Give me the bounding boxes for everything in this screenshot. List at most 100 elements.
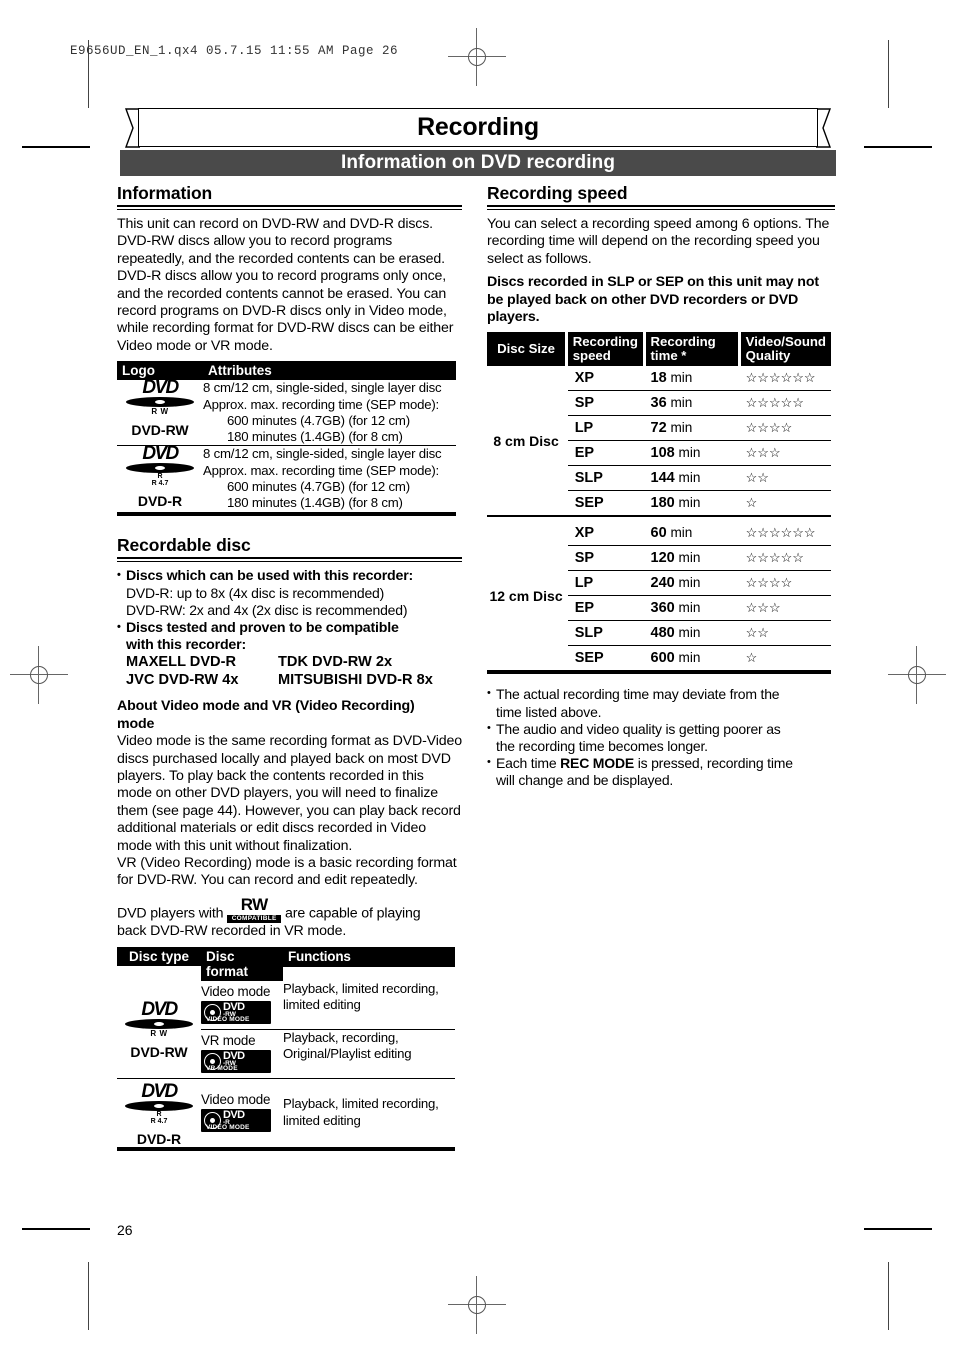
column-header-quality: Video/Sound Quality xyxy=(740,332,831,367)
quality-stars: ☆☆☆☆ xyxy=(740,415,831,440)
printed-page: E9656UD_EN_1.qx4 05.7.15 11:55 AM Page 2… xyxy=(0,0,954,1351)
crop-mark-top-left xyxy=(22,146,90,148)
recording-speed-table: Disc Size Recording speed Recording time *… xyxy=(487,332,831,677)
table-row: 12 cm Disc XP 60 min ☆☆☆☆☆☆ xyxy=(487,521,831,671)
recording-speed-value: EP xyxy=(567,440,643,465)
disc-size-label: 12 cm Disc xyxy=(489,587,563,604)
dvd-r-logo-sub2: R 4.7 xyxy=(151,480,169,488)
note-item: Each time REC MODE is pressed, recording… xyxy=(487,754,835,789)
dvd-r-logo-sub2: R 4.7 xyxy=(150,1117,168,1125)
speed-line-dvd-r: DVD-R: up to 8x (4x disc is recommended) xyxy=(126,584,385,601)
recording-time-value: 240 min xyxy=(645,570,738,595)
section-bar: Information on DVD recording xyxy=(120,150,836,176)
recording-time-value: 36 min xyxy=(645,390,738,415)
column-header-disc-size: Disc Size xyxy=(487,332,566,367)
about-heading-line1: About Video mode and VR (Video Recording… xyxy=(117,698,415,715)
registration-mark-right xyxy=(888,646,946,704)
crop-mark-bottom-right xyxy=(864,1228,932,1230)
quality-stars: ☆☆☆☆☆ xyxy=(740,390,831,415)
quality-stars: ☆ xyxy=(740,490,831,515)
rw-line-pre: DVD players with xyxy=(117,905,224,922)
brand-mitsubishi: MITSUBISHI DVD-R 8x xyxy=(278,671,433,688)
heading-rule xyxy=(487,205,835,210)
recording-time-value: 72 min xyxy=(645,415,738,440)
quality-stars: ☆☆ xyxy=(740,620,831,645)
dvd-r-logo-icon: DVD R R 4.7 xyxy=(124,444,196,488)
recording-time-value: 60 min xyxy=(650,525,693,542)
information-paragraph: This unit can record on DVD-RW and DVD-R… xyxy=(117,216,454,354)
heading-rule xyxy=(117,556,462,562)
recording-time-value: 600 min xyxy=(645,645,738,670)
recording-speed-value: XP xyxy=(574,370,595,387)
page-number: 26 xyxy=(117,1222,133,1238)
table-bottom-rule xyxy=(117,511,456,519)
table-row: DVD R R 4.7 DVD-R Video mode DVD -R VIDE… xyxy=(117,1077,455,1147)
dvd-r-logo-sub: R xyxy=(156,1110,162,1118)
recording-speed-paragraph: You can select a recording speed among 6… xyxy=(487,216,830,267)
functions-cell: Playback, limited recording, limited edi… xyxy=(283,981,455,1029)
attr-line-1: 8 cm/12 cm, single-sided, single layer d… xyxy=(203,380,442,396)
dvd-rw-logo-name: DVD-RW xyxy=(130,1044,188,1061)
recording-time-value: 360 min xyxy=(645,595,738,620)
note-line-1: The audio and video quality is getting p… xyxy=(496,720,781,737)
functions-line-2: Original/Playlist editing xyxy=(283,1045,412,1061)
crop-rule-right-bottom xyxy=(888,1262,889,1330)
note-line-2: time listed above. xyxy=(496,703,602,720)
attributes-cell: 8 cm/12 cm, single-sided, single layer d… xyxy=(203,380,456,445)
crop-rule-left-bottom xyxy=(88,1262,89,1330)
dvd-r-logo-name: DVD-R xyxy=(136,1130,182,1147)
functions-line-1: Playback, limited recording, xyxy=(283,1096,439,1112)
functions-cell: Playback, limited recording, limited edi… xyxy=(283,1077,455,1147)
disc-format-label: Video mode xyxy=(201,983,271,999)
brand-row: JVC DVD-RW 4x MITSUBISHI DVD-R 8x xyxy=(117,672,462,690)
heading-recordable-disc: Recordable disc xyxy=(117,534,251,555)
attr-line-2: Approx. max. recording time (SEP mode): xyxy=(203,462,440,478)
note-item: The audio and video quality is getting p… xyxy=(487,720,835,755)
table-row: 8 cm Disc XP 18 min ☆☆☆☆☆☆ xyxy=(487,366,831,516)
recording-notes: The actual recording time may deviate fr… xyxy=(487,685,835,789)
heading-recording-speed: Recording speed xyxy=(487,183,628,203)
quality-stars: ☆☆☆☆☆ xyxy=(740,545,831,570)
dvd-rw-vr-mode-badge-icon: DVD -RW VR MODE xyxy=(201,1049,271,1073)
attr-line-1: 8 cm/12 cm, single-sided, single layer d… xyxy=(203,446,442,462)
dvd-rw-logo-icon: DVD R W xyxy=(123,1000,195,1038)
page-title: Recording xyxy=(417,113,539,141)
bullet-discs-usable: Discs which can be used with this record… xyxy=(117,567,462,585)
about-video-mode-body: Video mode is the same recording format … xyxy=(117,733,462,854)
logo-attributes-table: Logo Attributes DVD R W DVD-RW 8 cm/12 c… xyxy=(117,361,456,518)
table-row: DVD R W DVD-RW Video mode DVD -RW VIDEO … xyxy=(117,981,455,1060)
attributes-cell: 8 cm/12 cm, single-sided, single layer d… xyxy=(203,445,456,511)
note-line-1-pre: Each time xyxy=(496,755,561,772)
column-header-disc-format: Disc format xyxy=(201,946,283,981)
table-header-row: Disc type Disc format Functions xyxy=(117,946,455,981)
rw-line-2: back DVD-RW recorded in VR mode. xyxy=(117,923,347,940)
badge-mode: VIDEO MODE xyxy=(206,1124,250,1132)
quality-stars: ☆☆☆☆☆☆ xyxy=(745,525,816,541)
brand-tdk: TDK DVD-RW 2x xyxy=(278,654,393,671)
compatible-list: Discs tested and proven to be compatible… xyxy=(117,618,462,655)
badge-mode: VIDEO MODE xyxy=(206,1016,250,1024)
note-line-1: The actual recording time may deviate fr… xyxy=(496,686,780,703)
quality-stars: ☆☆☆ xyxy=(740,440,831,465)
about-heading-line2: mode xyxy=(117,715,155,732)
functions-line-2: limited editing xyxy=(283,996,361,1012)
note-line-2: the recording time becomes longer. xyxy=(496,738,708,755)
column-header-disc-type: Disc type xyxy=(117,946,201,966)
recording-speed-warning: Discs recorded in SLP or SEP on this uni… xyxy=(487,274,819,326)
functions-line-1: Playback, recording, xyxy=(283,1029,399,1045)
crop-mark-top-right xyxy=(864,146,932,148)
rw-mark-top: RW xyxy=(240,894,269,914)
column-header-recording-speed: Recording speed xyxy=(567,332,643,367)
recordable-list: Discs which can be used with this record… xyxy=(117,567,462,585)
column-header-functions: Functions xyxy=(283,946,455,967)
recording-speed-value: EP xyxy=(567,595,643,620)
page-title-ribbon: Recording xyxy=(120,108,836,148)
column-header-attributes: Attributes xyxy=(203,361,456,381)
brand-row: MAXELL DVD-R TDK DVD-RW 2x xyxy=(117,654,462,672)
dvd-rw-logo-name: DVD-RW xyxy=(131,422,189,439)
note-item: The actual recording time may deviate fr… xyxy=(487,685,835,720)
disc-format-label: Video mode xyxy=(201,1091,271,1107)
rw-mark-bottom: COMPATIBLE xyxy=(227,915,282,924)
dvd-rw-logo-icon: DVD R W xyxy=(124,378,196,416)
vr-mode-body: VR (Video Recording) mode is a basic rec… xyxy=(117,854,457,889)
